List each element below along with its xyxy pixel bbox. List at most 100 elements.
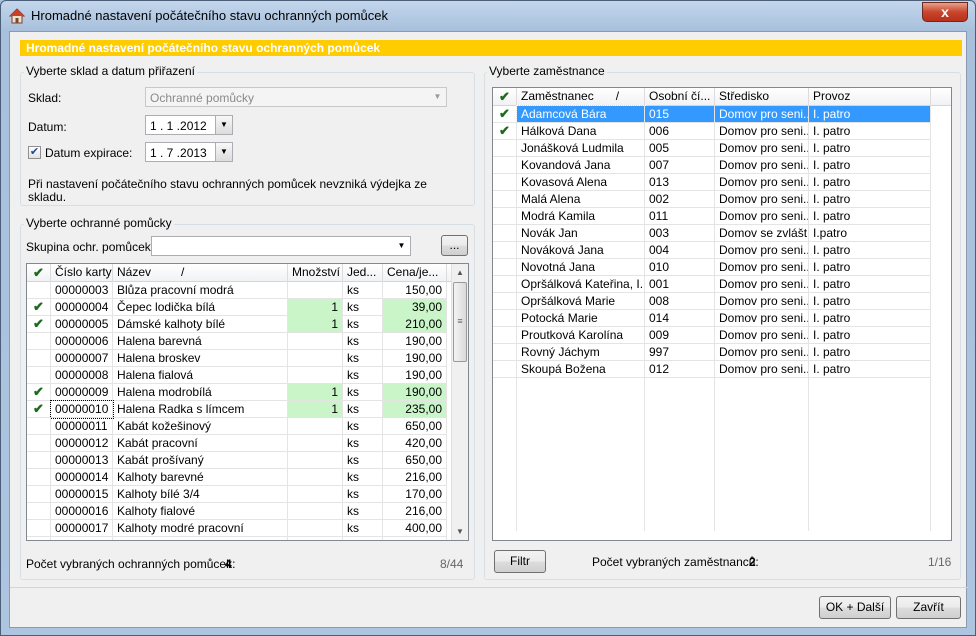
- col-personal-id[interactable]: Osobní čí...: [645, 88, 715, 106]
- cell-op: I. patro: [809, 293, 931, 310]
- row-check-cell[interactable]: [493, 344, 517, 361]
- filter-button[interactable]: Filtr: [494, 550, 546, 573]
- table-row[interactable]: 00000017 Kalhoty modré pracovní ks 400,00: [27, 520, 453, 537]
- table-row[interactable]: ✔ 00000004 Čepec lodička bílá 1 ks 39,00: [27, 299, 453, 316]
- table-row[interactable]: 00000008 Halena fialová ks 190,00: [27, 367, 453, 384]
- row-check-cell[interactable]: [27, 418, 51, 435]
- checkmark-icon[interactable]: ✔: [27, 299, 51, 316]
- table-row[interactable]: Rovný Jáchym 997 Domov pro seni... I. patro: [493, 344, 951, 361]
- row-check-cell[interactable]: [27, 452, 51, 469]
- row-check-cell[interactable]: [493, 157, 517, 174]
- col-price[interactable]: Cena/je...: [383, 264, 447, 282]
- col-operation[interactable]: Provoz: [809, 88, 931, 106]
- table-row[interactable]: Proutková Karolína 009 Domov pro seni... I.…: [493, 327, 951, 344]
- table-row[interactable]: 00000007 Halena broskev ks 190,00: [27, 350, 453, 367]
- row-check-cell[interactable]: [493, 361, 517, 378]
- row-check-cell[interactable]: [493, 242, 517, 259]
- checkmark-icon[interactable]: ✔: [27, 401, 51, 418]
- items-scrollbar[interactable]: ▲ ≡ ▼: [451, 264, 468, 540]
- row-check-cell[interactable]: [27, 435, 51, 452]
- row-check-cell[interactable]: [493, 310, 517, 327]
- row-check-cell[interactable]: [27, 350, 51, 367]
- table-row[interactable]: Novák Jan 003 Domov se zvlášt... I.patro: [493, 225, 951, 242]
- empty-cell: [517, 514, 645, 531]
- table-row[interactable]: 00000014 Kalhoty barevné ks 216,00: [27, 469, 453, 486]
- row-check-cell[interactable]: [27, 486, 51, 503]
- table-row[interactable]: 00000016 Kalhoty fialové ks 216,00: [27, 503, 453, 520]
- row-check-cell[interactable]: [27, 520, 51, 537]
- col-qty[interactable]: Množství: [288, 264, 343, 282]
- row-check-cell[interactable]: [493, 225, 517, 242]
- table-row[interactable]: Jonášková Ludmila 005 Domov pro seni... I. …: [493, 140, 951, 157]
- cell-price: 330,00: [383, 537, 447, 540]
- checkmark-icon[interactable]: ✔: [27, 384, 51, 401]
- table-row[interactable]: Malá Alena 002 Domov pro seni... I. patro: [493, 191, 951, 208]
- sklad-select[interactable]: Ochranné pomůcky ▼: [145, 87, 447, 107]
- table-row[interactable]: Novotná Jana 010 Domov pro seni... I. patro: [493, 259, 951, 276]
- table-row[interactable]: 00000018Kalhoty pracovní ks330,00: [27, 537, 453, 540]
- table-row[interactable]: ✔ 00000009 Halena modrobílá 1 ks 190,00: [27, 384, 453, 401]
- checkmark-icon[interactable]: ✔: [27, 316, 51, 333]
- table-row[interactable]: Kovandová Jana 007 Domov pro seni... I. pat…: [493, 157, 951, 174]
- table-row[interactable]: Nováková Jana 004 Domov pro seni... I. patr…: [493, 242, 951, 259]
- table-row[interactable]: 00000011 Kabát kožešinový ks 650,00: [27, 418, 453, 435]
- chevron-down-icon[interactable]: ▼: [215, 116, 232, 134]
- table-row[interactable]: Skoupá Božena 012 Domov pro seni... I. patr…: [493, 361, 951, 378]
- table-row[interactable]: ✔ Hálková Dana 006 Domov pro seni... I. patr…: [493, 123, 951, 140]
- row-check-cell[interactable]: [493, 276, 517, 293]
- row-check-cell[interactable]: [27, 503, 51, 520]
- checkmark-icon[interactable]: ✔: [27, 264, 51, 282]
- table-row[interactable]: ✔ Adamcová Bára 015 Domov pro seni... I. pat…: [493, 105, 951, 124]
- col-name[interactable]: Název /: [113, 264, 288, 282]
- skupina-select[interactable]: ▼: [151, 236, 411, 256]
- row-check-cell[interactable]: [493, 293, 517, 310]
- row-check-cell[interactable]: [27, 333, 51, 350]
- cell-name: Opršálková Kateřina, I...: [517, 276, 645, 293]
- row-check-cell[interactable]: [493, 140, 517, 157]
- row-check-cell[interactable]: [27, 469, 51, 486]
- row-check-cell[interactable]: [493, 174, 517, 191]
- table-row[interactable]: Opršálková Marie 008 Domov pro seni... I. p…: [493, 293, 951, 310]
- empty-cell: [809, 429, 931, 446]
- row-check-cell[interactable]: [493, 259, 517, 276]
- row-check-cell[interactable]: [27, 282, 51, 299]
- title-bar[interactable]: Hromadné nastavení počátečního stavu och…: [1, 1, 975, 31]
- col-unit[interactable]: Jed...: [343, 264, 383, 282]
- row-check-cell[interactable]: [493, 191, 517, 208]
- row-check-cell[interactable]: [27, 537, 51, 540]
- table-row[interactable]: 00000003 Blůza pracovní modrá ks 150,00: [27, 282, 453, 299]
- expirace-checkbox[interactable]: ✔: [28, 146, 41, 159]
- table-row[interactable]: Potocká Marie 014 Domov pro seni... I. patr…: [493, 310, 951, 327]
- cell-name: Kalhoty modré pracovní: [113, 520, 288, 537]
- close-button[interactable]: x: [922, 2, 968, 22]
- expirace-picker[interactable]: 1 . 7 .2013 ▼: [145, 142, 233, 162]
- expirace-label: Datum expirace:: [45, 146, 133, 160]
- row-check-cell[interactable]: [493, 327, 517, 344]
- table-row[interactable]: 00000013 Kabát prošívaný ks 650,00: [27, 452, 453, 469]
- checkmark-icon[interactable]: ✔: [493, 106, 517, 123]
- table-row[interactable]: 00000015 Kalhoty bílé 3/4 ks 170,00: [27, 486, 453, 503]
- scroll-down-icon[interactable]: ▼: [452, 523, 468, 540]
- col-employee[interactable]: Zaměstnanec /: [517, 88, 645, 106]
- checkmark-icon[interactable]: ✔: [493, 123, 517, 140]
- table-row[interactable]: 00000012 Kabát pracovní ks 420,00: [27, 435, 453, 452]
- datum-picker[interactable]: 1 . 1 .2012 ▼: [145, 115, 233, 135]
- table-row[interactable]: Modrá Kamila 011 Domov pro seni... I. patro: [493, 208, 951, 225]
- scroll-thumb[interactable]: ≡: [453, 282, 467, 362]
- ok-next-button[interactable]: OK + Další: [819, 596, 891, 619]
- checkmark-icon[interactable]: ✔: [493, 88, 517, 106]
- col-card[interactable]: Číslo karty: [51, 264, 113, 282]
- table-row[interactable]: Opršálková Kateřina, I... 001 Domov pro se…: [493, 276, 951, 293]
- table-row[interactable]: 00000006 Halena barevná ks 190,00: [27, 333, 453, 350]
- scroll-up-icon[interactable]: ▲: [452, 264, 468, 281]
- empty-cell: [517, 480, 645, 497]
- close-dialog-button[interactable]: Zavřít: [896, 596, 961, 619]
- row-check-cell[interactable]: [27, 367, 51, 384]
- chevron-down-icon[interactable]: ▼: [215, 143, 232, 161]
- browse-button[interactable]: ...: [441, 235, 468, 256]
- table-row[interactable]: Kovasová Alena 013 Domov pro seni... I. pat…: [493, 174, 951, 191]
- col-center[interactable]: Středisko: [715, 88, 809, 106]
- table-row[interactable]: ✔ 00000005 Dámské kalhoty bílé 1 ks 210,00: [27, 316, 453, 333]
- row-check-cell[interactable]: [493, 208, 517, 225]
- table-row[interactable]: ✔ 00000010 Halena Radka s límcem 1 ks 235,00: [27, 400, 453, 419]
